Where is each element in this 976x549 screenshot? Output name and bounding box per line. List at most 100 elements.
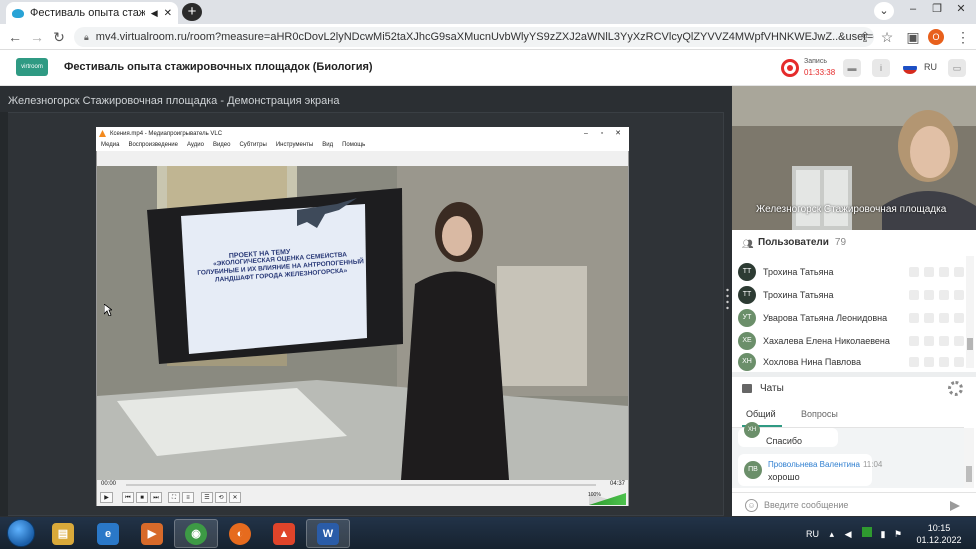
user-row[interactable]: ТТ Трохина Татьяна — [738, 260, 964, 283]
tray-show-hidden-icon[interactable]: ▴ — [830, 529, 835, 539]
vlc-shuffle-icon[interactable]: ✕ — [229, 492, 241, 503]
vlc-menu-media[interactable]: Медиа — [101, 140, 119, 151]
user-hand-icon[interactable] — [954, 357, 964, 367]
taskbar-word[interactable]: W — [306, 519, 350, 548]
profile-avatar[interactable]: O — [928, 29, 944, 45]
back-icon[interactable]: ← — [6, 28, 24, 46]
tray-language[interactable]: RU — [806, 529, 819, 539]
vlc-menu-video[interactable]: Видео — [213, 140, 231, 151]
panel-resize-handle[interactable] — [726, 288, 729, 312]
taskbar-chrome[interactable]: ◉ — [174, 519, 218, 548]
user-hand-icon[interactable] — [954, 289, 964, 300]
info-icon[interactable]: i — [872, 59, 890, 77]
vlc-close-icon[interactable]: ✕ — [612, 128, 624, 139]
minimize-icon[interactable]: – — [902, 0, 924, 18]
chat-settings-gear-icon[interactable] — [948, 381, 963, 396]
tab-audio-icon[interactable]: ◀ — [151, 8, 158, 19]
taskbar-explorer[interactable]: ▤ — [41, 519, 85, 548]
message-avatar: ХН — [744, 422, 760, 438]
start-button[interactable] — [7, 519, 35, 547]
vlc-stop-icon[interactable]: ■ — [136, 492, 148, 503]
user-screen-icon[interactable] — [939, 335, 949, 346]
vlc-next-icon[interactable]: ⏭ — [150, 492, 162, 503]
tab-search-chevron-icon[interactable]: ⌄ — [874, 2, 894, 20]
vlc-prev-icon[interactable]: ⏮ — [122, 492, 134, 503]
user-mic-icon[interactable] — [909, 312, 919, 323]
user-cam-icon[interactable] — [924, 335, 934, 346]
vlc-menu-audio[interactable]: Аудио — [187, 140, 204, 151]
user-screen-icon[interactable] — [939, 357, 949, 367]
vlc-menu-view[interactable]: Вид — [322, 140, 333, 151]
user-hand-icon[interactable] — [954, 335, 964, 346]
tab-questions[interactable]: Вопросы — [801, 409, 838, 419]
chat-scroll-thumb[interactable] — [966, 466, 972, 482]
bookmark-star-icon[interactable]: ☆ — [878, 28, 896, 46]
emoji-icon[interactable]: ☺ — [745, 499, 758, 512]
tray-network-icon[interactable]: ▮ — [881, 529, 886, 539]
tab-general[interactable]: Общий — [746, 409, 776, 419]
send-icon[interactable] — [950, 501, 960, 511]
vlc-fullscreen-icon[interactable]: ⛶ — [168, 492, 180, 503]
url-field[interactable]: 🔒︎ mv4.virtualroom.ru/room?measure=aHR0c… — [74, 27, 874, 47]
user-hand-icon[interactable] — [954, 266, 964, 277]
language-selector[interactable]: RU — [924, 62, 937, 72]
vlc-menu-subtitles[interactable]: Субтитры — [239, 140, 266, 151]
user-cam-icon[interactable] — [924, 266, 934, 277]
tray-flag-icon[interactable]: ⚑ — [894, 529, 902, 539]
close-window-icon[interactable]: ✕ — [950, 0, 972, 18]
users-scroll-thumb[interactable] — [967, 338, 973, 350]
user-screen-icon[interactable] — [939, 312, 949, 323]
vlc-menu-playback[interactable]: Воспроизведение — [128, 140, 178, 151]
user-mic-icon[interactable] — [909, 335, 919, 346]
browser-tab[interactable]: Фестиваль опыта стажиров ◀ ✕ — [6, 2, 178, 24]
share-icon[interactable]: ⇪ — [856, 28, 874, 46]
user-row[interactable]: ХН Хохлова Нина Павлова — [738, 352, 964, 372]
user-screen-icon[interactable] — [939, 289, 949, 300]
chat-icon — [742, 384, 752, 393]
message-author[interactable]: Провольнева Валентина — [768, 460, 860, 469]
record-icon[interactable] — [781, 59, 799, 77]
russian-flag-icon[interactable] — [903, 62, 917, 74]
vlc-minimize-icon[interactable]: – — [580, 128, 592, 139]
new-tab-button[interactable]: + — [182, 3, 202, 21]
restore-icon[interactable]: ❐ — [926, 0, 948, 18]
vlc-play-icon[interactable]: ▶ — [100, 492, 113, 503]
message-input[interactable] — [764, 497, 940, 513]
user-mic-icon[interactable] — [909, 289, 919, 300]
taskbar-ie[interactable]: e — [86, 519, 130, 548]
message-time: 11:04 — [862, 460, 883, 469]
window-icon[interactable]: ▭ — [948, 59, 966, 77]
vlc-playlist-icon[interactable]: ☰ — [201, 492, 213, 503]
vlc-loop-icon[interactable]: ⟲ — [215, 492, 227, 503]
user-mic-icon[interactable] — [909, 266, 919, 277]
taskbar-brave[interactable]: ▲ — [262, 519, 306, 548]
tray-speaker-icon[interactable]: ◀ — [845, 529, 852, 539]
sidebar-icon[interactable]: ▣ — [904, 28, 922, 46]
vlc-seek-bar[interactable] — [126, 484, 596, 486]
video-frame[interactable]: ПРОЕКТ НА ТЕМУ «ЭКОЛОГИЧЕСКАЯ ОЦЕНКА СЕМ… — [97, 166, 628, 480]
user-row[interactable]: УТ Уварова Татьяна Леонидовна — [738, 306, 964, 329]
browser-menu-icon[interactable]: ⋮ — [954, 28, 972, 46]
vlc-maximize-icon[interactable]: ▫ — [596, 128, 608, 139]
reload-icon[interactable]: ↻ — [50, 28, 68, 46]
tray-app-icon[interactable] — [862, 527, 872, 537]
tab-close-icon[interactable]: ✕ — [164, 8, 172, 19]
user-screen-icon[interactable] — [939, 266, 949, 277]
folder-icon[interactable]: ▬ — [843, 59, 861, 77]
taskbar-media[interactable]: ▶ — [130, 519, 174, 548]
users-scrollbar[interactable] — [966, 256, 974, 368]
vlc-menu-help[interactable]: Помощь — [342, 140, 365, 151]
taskbar-firefox[interactable]: ◐ — [218, 519, 262, 548]
user-hand-icon[interactable] — [954, 312, 964, 323]
user-row[interactable]: ТТ Трохина Татьяна — [738, 283, 964, 306]
user-cam-icon[interactable] — [924, 289, 934, 300]
user-row[interactable]: ХЕ Хахалева Елена Николаевена — [738, 329, 964, 352]
forward-icon[interactable]: → — [28, 28, 46, 46]
user-cam-icon[interactable] — [924, 312, 934, 323]
ie-icon: e — [97, 522, 119, 545]
taskbar-clock[interactable]: 10:15 01.12.2022 — [914, 522, 964, 546]
user-mic-icon[interactable] — [909, 357, 919, 367]
vlc-menu-tools[interactable]: Инструменты — [276, 140, 313, 151]
user-cam-icon[interactable] — [924, 357, 934, 367]
vlc-equalizer-icon[interactable]: ≡ — [182, 492, 194, 503]
